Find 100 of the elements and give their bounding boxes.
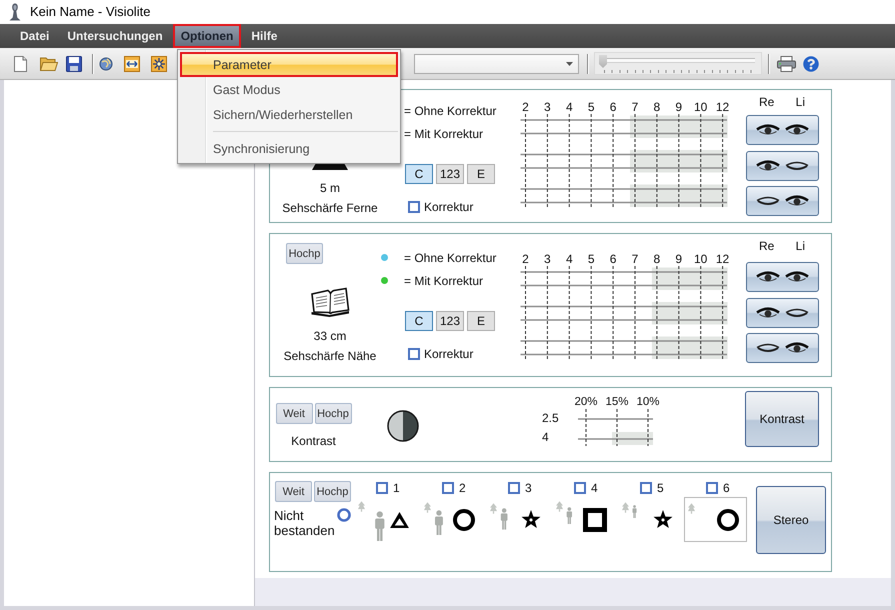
checkbox-label: 6 (723, 482, 730, 494)
caret-icon (566, 62, 573, 66)
optotype-button[interactable]: C (405, 164, 433, 184)
circle-outline-icon (717, 508, 739, 530)
view-button[interactable]: Weit (275, 481, 312, 502)
menu-item[interactable]: Synchronisierung (180, 136, 398, 161)
column-label: 2 (522, 252, 529, 266)
checkbox[interactable] (408, 348, 420, 360)
menu-item[interactable]: Optionen (172, 24, 242, 48)
column-label: 8 (654, 100, 660, 114)
column-label: 5 (588, 252, 595, 266)
slider-track[interactable] (594, 52, 762, 75)
menu-item[interactable]: Sichern/Wiederherstellen (180, 102, 398, 127)
eye-label: Li (796, 239, 805, 253)
checkbox-label: 1 (393, 482, 400, 494)
checkbox-label: 3 (525, 482, 532, 494)
row-label: 4 (542, 429, 549, 446)
column-label: 7 (632, 100, 638, 114)
eye-label: Re (759, 239, 774, 253)
stereo-button[interactable]: Stereo (756, 486, 826, 554)
optotype-button[interactable]: E (467, 164, 495, 184)
panel-title: Sehschärfe Nähe (284, 348, 376, 364)
menu-item[interactable]: Datei (12, 24, 58, 48)
checkbox[interactable] (408, 201, 420, 213)
checkbox[interactable] (640, 482, 652, 494)
column-label: 9 (675, 252, 682, 266)
column-label: 6 (610, 100, 616, 114)
slider-thumb[interactable] (599, 55, 607, 68)
printer-icon[interactable] (777, 56, 796, 72)
help-icon[interactable] (803, 56, 819, 72)
column-label: 3 (544, 100, 551, 114)
horizontal-arrows-icon[interactable] (124, 56, 140, 72)
triangle-outline-icon (390, 512, 409, 528)
checkbox-label: 4 (591, 482, 598, 494)
optotype-button[interactable]: E (467, 311, 495, 331)
checkbox[interactable] (508, 482, 520, 494)
checkbox-label: Korrektur (424, 200, 474, 214)
menu-item[interactable]: Parameter (180, 52, 398, 77)
column-label: 3 (544, 252, 551, 266)
optotype-button[interactable]: 123 (436, 311, 464, 331)
star-icon (521, 510, 541, 529)
square-outline-icon (583, 508, 607, 532)
star-icon (653, 510, 673, 529)
column-label: 15% (605, 395, 629, 409)
open-book-icon (310, 287, 350, 317)
eye-test-button[interactable] (746, 150, 819, 180)
eye-test-button[interactable] (746, 115, 819, 145)
column-label: 6 (610, 252, 616, 266)
view-button[interactable]: Hochp (286, 243, 323, 264)
circle-outline-icon (453, 508, 475, 530)
distance-label: 5 m (320, 180, 340, 196)
column-label: 8 (654, 252, 660, 266)
optotype-button[interactable]: 123 (436, 164, 464, 184)
row-label: 2.5 (542, 410, 559, 427)
checkbox[interactable] (376, 482, 388, 494)
legend-label: = Ohne Korrektur (404, 250, 496, 264)
tree-icon (424, 502, 431, 513)
menu-item[interactable]: Hilfe (243, 24, 286, 48)
eye-test-button[interactable] (746, 186, 819, 216)
checkbox-label: 5 (657, 482, 664, 494)
distance-label: 33 cm (314, 328, 346, 344)
tree-icon (622, 502, 629, 513)
eye-label: Li (796, 95, 805, 109)
tree-icon (490, 503, 497, 514)
column-label: 10 (694, 252, 708, 266)
column-label: 4 (566, 100, 573, 114)
column-label: 5 (588, 100, 595, 114)
contrast-button[interactable]: Kontrast (745, 391, 819, 447)
legend-label: = Ohne Korrektur (404, 104, 496, 118)
eye-test-button[interactable] (746, 333, 819, 363)
window-title: Kein Name - Visiolite (30, 4, 150, 20)
half-filled-circle-icon (387, 410, 419, 442)
column-label: 2 (522, 100, 529, 114)
view-button[interactable]: Weit (276, 403, 312, 424)
ring-icon (337, 508, 351, 522)
column-label: 10 (694, 100, 708, 114)
checkbox[interactable] (442, 482, 454, 494)
tree-icon (556, 501, 563, 512)
column-label: 9 (675, 100, 682, 114)
legend-label: = Mit Korrektur (404, 274, 484, 288)
open-folder-icon[interactable] (40, 56, 58, 71)
eye-test-button[interactable] (746, 298, 819, 328)
menu-item[interactable]: Untersuchungen (59, 24, 171, 48)
checkbox[interactable] (574, 482, 586, 494)
status-text: Nicht bestanden (274, 508, 336, 538)
tree-icon (688, 503, 695, 514)
app-icon (9, 3, 21, 21)
starburst-icon[interactable] (151, 56, 167, 72)
view-button[interactable]: Hochp (314, 481, 351, 502)
menu-item[interactable]: Gast Modus (180, 77, 398, 102)
checkbox-label: 2 (459, 482, 466, 494)
checkbox[interactable] (706, 482, 718, 494)
new-document-icon[interactable] (14, 56, 27, 72)
view-button[interactable]: Hochp (314, 403, 352, 424)
eye-test-button[interactable] (746, 262, 819, 292)
column-label: 10% (636, 395, 660, 409)
globe-icon[interactable] (99, 56, 113, 72)
optotype-button[interactable]: C (405, 311, 433, 331)
legend-label: = Mit Korrektur (404, 126, 484, 140)
eye-label: Re (759, 95, 774, 109)
